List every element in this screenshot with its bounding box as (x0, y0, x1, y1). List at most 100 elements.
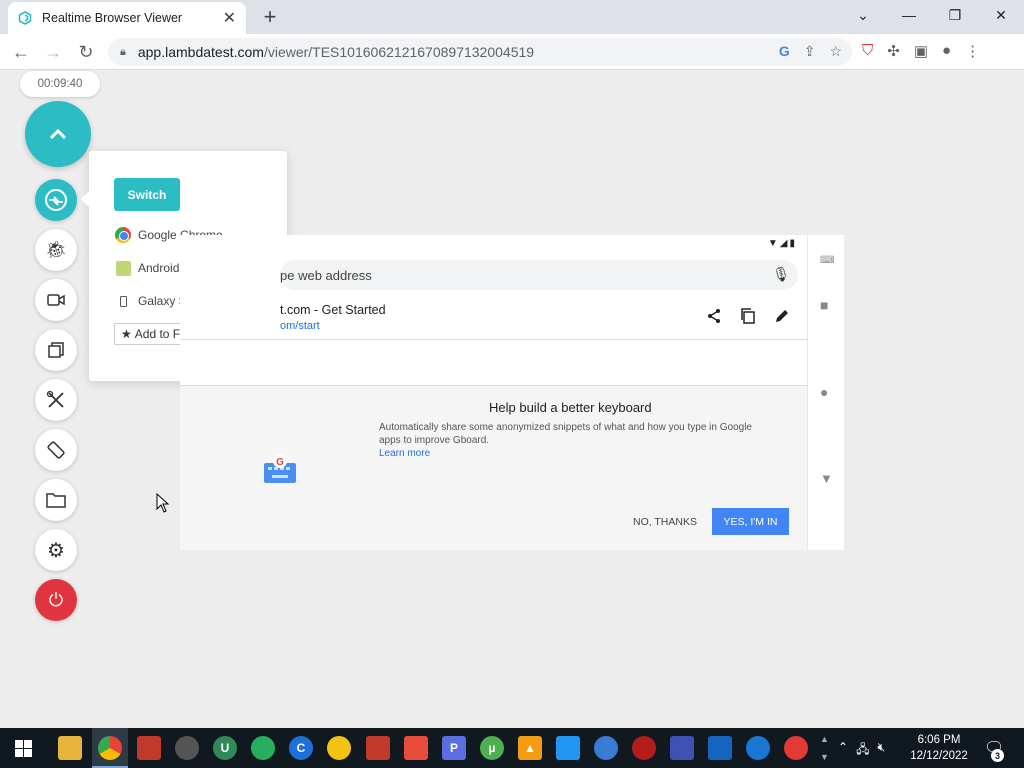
keyboard-icon[interactable]: ⌨ (820, 255, 834, 266)
network-icon[interactable]: 🖧︎ (856, 740, 869, 761)
phone-icon (119, 295, 127, 307)
suggestion-url: om/start (280, 320, 320, 332)
system-tray: ⌃ 🖧︎ 🔇︎ (838, 740, 885, 761)
close-tab-icon[interactable]: ✕ (223, 8, 236, 28)
file-manager-button[interactable] (35, 479, 77, 521)
collapse-toolbar-button[interactable] (25, 101, 91, 167)
app-icon-6[interactable] (327, 736, 351, 760)
show-hidden-icons-icon[interactable]: ⌃ (838, 740, 848, 761)
learn-more-link[interactable]: Learn more (379, 448, 430, 459)
app-icon-16[interactable] (784, 736, 808, 760)
device-screen[interactable]: ▼◢▮ pe web address 🎙︎ t.com - Get Starte… (180, 235, 844, 550)
svg-text:G: G (276, 457, 284, 468)
app-icon-1[interactable] (137, 736, 161, 760)
utorrent-icon[interactable]: µ (480, 736, 504, 760)
app-icon-10[interactable] (556, 736, 580, 760)
side-panel-icon[interactable]: ▣ (914, 42, 928, 60)
chrome-icon (115, 227, 131, 243)
google-icon[interactable]: G (779, 43, 790, 60)
app-icon-2[interactable] (175, 736, 199, 760)
bug-icon: 🐞︎ (45, 240, 67, 259)
more-menu-icon[interactable]: ⋮ (965, 42, 980, 60)
status-icons: ▼◢▮ (767, 238, 797, 249)
share-icon[interactable] (706, 308, 722, 324)
app-icon-8[interactable] (404, 736, 428, 760)
volume-muted-icon[interactable]: 🔇︎ (877, 740, 885, 761)
back-button[interactable]: ← (9, 40, 33, 64)
close-window-button[interactable]: ✕ (978, 0, 1024, 30)
edit-pencil-icon[interactable] (774, 308, 790, 324)
tab-search-icon[interactable]: ⌄ (840, 0, 886, 30)
app-icon-14[interactable] (708, 736, 732, 760)
viewer-page: 00:09:40 🐞︎ ⚙ ⏻ Switch Google Chrome And… (0, 70, 1024, 728)
app-icon-12[interactable] (632, 736, 656, 760)
app-icon-13[interactable] (670, 736, 694, 760)
notification-count-badge: 3 (991, 749, 1004, 762)
new-tab-button[interactable]: + (260, 4, 280, 30)
profile-avatar-icon[interactable]: ● (942, 42, 951, 60)
android-icon (115, 260, 131, 276)
extensions-puzzle-icon[interactable]: ✣ (887, 42, 900, 60)
taskbar-scroll-arrows[interactable]: ▲ ▼ (820, 730, 829, 766)
app-icon-15[interactable] (746, 736, 770, 760)
gallery-icon (48, 342, 64, 358)
back-triangle-icon[interactable]: ▼ (820, 471, 833, 486)
taskbar-clock[interactable]: 6:06 PM 12/12/2022 (905, 732, 973, 764)
app-icon-7[interactable] (366, 736, 390, 760)
share-icon[interactable]: ⇪ (804, 43, 816, 60)
tab-title: Realtime Browser Viewer (42, 11, 183, 25)
windows-taskbar: U C P µ ▲ ▲ ▼ ⌃ 🖧︎ 🔇︎ 6:06 PM 12/12/2022 … (0, 728, 1024, 768)
copy-icon[interactable] (740, 308, 756, 324)
mouse-cursor-icon (156, 493, 170, 513)
yes-im-in-button[interactable]: YES, I'M IN (712, 508, 789, 535)
browser-tab-strip: Realtime Browser Viewer ✕ + ⌄ — ❐ ✕ (0, 0, 1024, 34)
folder-icon (46, 493, 66, 508)
rotate-device-button[interactable] (35, 429, 77, 471)
rotate-icon (47, 441, 65, 459)
device-nav-panel: ⌨ ■ ● ▼ (807, 235, 844, 550)
url-path: /viewer/TES10160621216708971320045​19 (263, 44, 535, 60)
video-camera-icon (47, 294, 65, 306)
bookmark-star-icon[interactable]: ☆ (829, 43, 842, 60)
switch-icon (45, 189, 67, 211)
device-address-placeholder: pe web address (280, 267, 372, 283)
clock-date: 12/12/2022 (910, 750, 968, 762)
record-video-button[interactable] (35, 279, 77, 321)
restore-button[interactable]: ❐ (932, 0, 978, 30)
settings-button[interactable]: ⚙ (35, 529, 77, 571)
home-circle-icon[interactable]: ● (820, 384, 828, 400)
tools-icon (46, 390, 64, 408)
microphone-icon[interactable]: 🎙︎ (772, 266, 790, 283)
star-icon: ★ (121, 327, 132, 341)
switch-button[interactable]: Switch (114, 178, 180, 211)
forward-button[interactable]: → (41, 40, 65, 64)
lock-icon[interactable]: 🔒︎ (120, 46, 126, 59)
url-domain: app.lambdatest.com (137, 44, 264, 60)
app-icon-11[interactable] (594, 736, 618, 760)
recents-square-icon[interactable]: ■ (820, 297, 828, 313)
app-icon-3[interactable]: U (213, 736, 237, 760)
bug-report-button[interactable]: 🐞︎ (35, 229, 77, 271)
minimize-button[interactable]: — (886, 0, 932, 30)
screenshot-button[interactable] (35, 329, 77, 371)
no-thanks-button[interactable]: NO, THANKS (633, 516, 697, 528)
divider (180, 339, 807, 340)
file-explorer-icon[interactable] (58, 736, 82, 760)
browser-tab[interactable]: Realtime Browser Viewer ✕ (8, 2, 246, 34)
switch-browser-button[interactable] (35, 179, 77, 221)
vlc-icon[interactable]: ▲ (518, 736, 542, 760)
app-icon-5[interactable]: C (289, 736, 313, 760)
suggestion-title[interactable]: t.com - Get Started (280, 303, 386, 317)
extension-shield-icon[interactable]: ⛉ (862, 42, 873, 60)
app-icon-9[interactable]: P (442, 736, 466, 760)
reload-button[interactable]: ↻ (74, 40, 98, 64)
chrome-taskbar-icon[interactable] (98, 736, 122, 760)
address-bar[interactable]: 🔒︎ app.lambdatest.com/viewer/TES10160621… (108, 38, 852, 66)
app-icon-4[interactable] (251, 736, 275, 760)
tools-button[interactable] (35, 379, 77, 421)
window-controls: ⌄ — ❐ ✕ (840, 0, 1024, 30)
windows-start-icon[interactable] (15, 740, 32, 757)
device-address-bar[interactable]: pe web address 🎙︎ (280, 260, 798, 290)
gear-icon: ⚙ (47, 539, 65, 562)
end-session-button[interactable]: ⏻ (35, 579, 77, 621)
